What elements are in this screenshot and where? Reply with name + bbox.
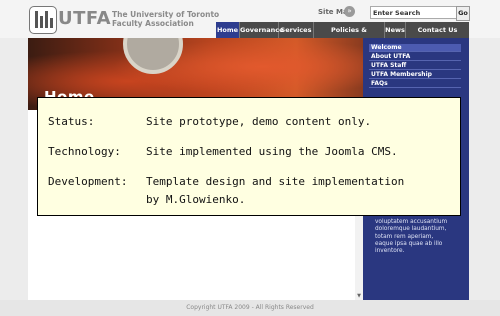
nav-item-governance[interactable]: Governance [240, 22, 284, 38]
sidebar-text: omnis iste natus error sit voluptatem ac… [375, 212, 465, 255]
sidebar-item-welcome[interactable]: Welcome [369, 44, 461, 52]
prototype-notice-box: Status: Site prototype, demo content onl… [37, 97, 461, 216]
sidebar-text-line: totam rem aperiam, [375, 233, 434, 240]
sidebar-text-line: voluptatem accusantium [375, 219, 448, 226]
logo-subtitle-line1: The University of Toronto [112, 10, 220, 19]
utfa-logo-icon[interactable] [29, 6, 57, 34]
sidebar-item-faqs[interactable]: FAQs [369, 80, 461, 88]
logo-text[interactable]: UTFA [58, 8, 111, 29]
search-input[interactable] [370, 6, 458, 19]
clock-icon [123, 38, 183, 74]
sidebar-item-membership[interactable]: UTFA Membership [369, 71, 461, 79]
sidebar-text-line: eaque ipsa quae ab illo [375, 240, 443, 247]
nav-item-services[interactable]: Services [279, 22, 314, 38]
logo-subtitle-line2: Faculty Association [112, 19, 194, 28]
notice-value-development: Template design and site implementation [146, 175, 405, 188]
nav-item-home[interactable]: Home [216, 22, 240, 38]
sitemap-icon[interactable]: » [344, 6, 355, 17]
sidebar-item-about[interactable]: About UTFA [369, 53, 461, 61]
sidebar-item-staff[interactable]: UTFA Staff [369, 62, 461, 70]
scroll-down-arrow-icon[interactable]: ▼ [355, 292, 363, 300]
nav-item-contact[interactable]: Contact Us [406, 22, 469, 38]
notice-value-development-line2: by M.Glowienko. [146, 193, 246, 206]
notice-label-status: Status: [48, 115, 95, 128]
notice-label-development: Development: [48, 175, 128, 188]
sidebar-text-line: doloremque laudantium, [375, 226, 447, 233]
main-nav: Home Governance Services Policies & Docu… [216, 22, 469, 50]
notice-value-status: Site prototype, demo content only. [146, 115, 372, 128]
search-go-button[interactable]: Go [456, 6, 470, 21]
nav-item-news[interactable]: News [385, 22, 406, 38]
footer-copyright: Copyright UTFA 2009 - All Rights Reserve… [0, 300, 500, 316]
notice-label-technology: Technology: [48, 145, 121, 158]
sidebar-text-line: inventore. [375, 248, 405, 255]
nav-item-policies[interactable]: Policies & Documents [314, 22, 385, 50]
logo-subtitle: The University of Toronto Faculty Associ… [112, 10, 219, 28]
notice-value-technology: Site implemented using the Joomla CMS. [146, 145, 398, 158]
